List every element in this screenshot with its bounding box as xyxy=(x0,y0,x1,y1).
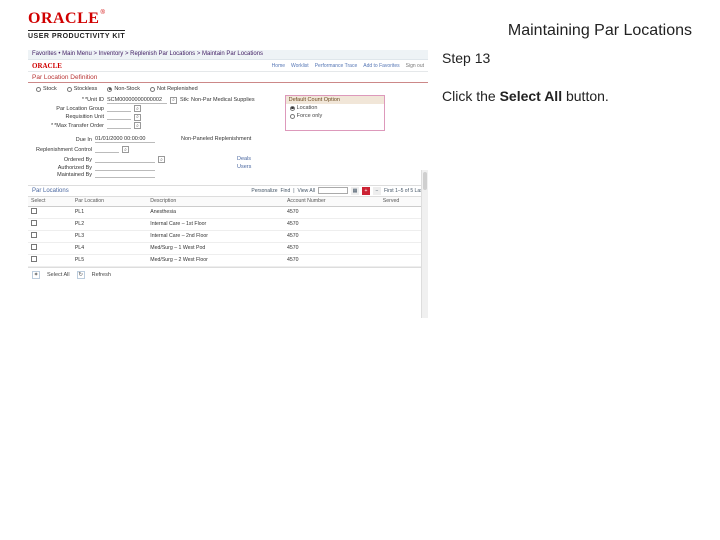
col-acct: Account Number xyxy=(284,197,380,207)
grid-search-input[interactable] xyxy=(318,187,348,194)
step-label: Step 13 xyxy=(442,50,692,66)
par-group-field[interactable] xyxy=(107,106,131,112)
row-checkbox[interactable] xyxy=(31,220,37,226)
refresh-icon[interactable]: ↻ xyxy=(77,271,85,279)
logo-trademark: ® xyxy=(100,10,104,16)
col-desc: Description xyxy=(147,197,284,207)
orderedby-label: Ordered By xyxy=(34,157,92,163)
logo-subtitle: USER PRODUCTIVITY KIT xyxy=(28,30,125,40)
orderedby-field[interactable] xyxy=(95,157,155,163)
link-favorites[interactable]: Add to Favorites xyxy=(363,63,399,69)
table-row[interactable]: PL5Med/Surg – 2 West Floor4570 xyxy=(28,254,428,266)
row-checkbox[interactable] xyxy=(31,244,37,250)
link-perf-trace[interactable]: Performance Trace xyxy=(315,63,358,69)
replctrl-field[interactable] xyxy=(95,147,119,153)
app-screenshot: Favorites • Main Menu > Inventory > Repl… xyxy=(28,50,428,370)
max-transfer-label: *Max Transfer Order xyxy=(46,123,104,129)
req-unit-field[interactable] xyxy=(107,114,131,120)
duein-label: Due In xyxy=(34,137,92,143)
unit-side-text: Stk: Non-Par Medical Supplies xyxy=(180,97,255,103)
grid-del-icon[interactable]: − xyxy=(373,187,381,195)
par-locations-title: Par Locations xyxy=(32,188,69,194)
replctrl-label: Replenishment Control xyxy=(34,147,92,153)
col-parloc: Par Location xyxy=(72,197,147,207)
step-description: Click the Select All button. xyxy=(442,88,692,104)
link-home[interactable]: Home xyxy=(272,63,285,69)
lookup-icon[interactable]: ⌕ xyxy=(170,97,177,104)
table-row[interactable]: PL4Med/Surg – 1 West Pod4570 xyxy=(28,242,428,254)
row-checkbox[interactable] xyxy=(31,208,37,214)
radio-nonstock[interactable]: Non-Stock xyxy=(107,86,140,92)
radio-force-only[interactable]: Force only xyxy=(286,112,384,120)
row-checkbox[interactable] xyxy=(31,256,37,262)
grid-tool-icon[interactable]: ▦ xyxy=(351,187,359,195)
brand-logo: ORACLE® USER PRODUCTIVITY KIT xyxy=(28,10,125,40)
row-checkbox[interactable] xyxy=(31,232,37,238)
group-title: Default Count Option xyxy=(286,96,384,104)
maintby-label: Maintained By xyxy=(34,172,92,178)
count-option-group: Default Count Option Location Force only xyxy=(285,95,385,131)
duein-field[interactable]: 01/01/2000 00:00:00 xyxy=(95,136,155,143)
table-row[interactable]: PL1Anesthesia4570 xyxy=(28,206,428,218)
grid-add-icon[interactable]: + xyxy=(362,187,370,195)
req-unit-label: Requisition Unit xyxy=(46,114,104,120)
users-link[interactable]: Users xyxy=(237,164,251,170)
lookup-icon[interactable]: ⌕ xyxy=(134,105,141,112)
deals-link[interactable]: Deals xyxy=(237,156,251,162)
lookup-icon[interactable]: ⌕ xyxy=(122,146,129,153)
table-row[interactable]: PL2Internal Care – 1st Floor4570 xyxy=(28,218,428,230)
maintby-field[interactable] xyxy=(95,172,155,178)
wizard-icon[interactable]: ✶ xyxy=(32,271,40,279)
radio-stockless[interactable]: Stockless xyxy=(67,86,98,92)
vertical-scrollbar[interactable] xyxy=(421,170,428,318)
radio-location[interactable]: Location xyxy=(286,104,384,112)
link-signout[interactable]: Sign out xyxy=(406,63,424,69)
nonpaneled-label: Non-Paneled Replenishment xyxy=(181,136,251,142)
authby-label: Authorized By xyxy=(34,165,92,171)
select-all-button[interactable]: Select All xyxy=(44,271,73,280)
page-title: Maintaining Par Locations xyxy=(508,22,692,40)
definition-radios: Stock Stockless Non-Stock Not Replenishe… xyxy=(28,83,428,94)
section-title: Par Location Definition xyxy=(28,72,428,83)
viewall-link[interactable]: View All xyxy=(298,188,315,194)
table-row[interactable]: PL3Internal Care – 2nd Floor4570 xyxy=(28,230,428,242)
unit-id-label: *Unit ID xyxy=(46,97,104,103)
col-select: Select xyxy=(28,197,72,207)
par-group-label: Par Location Group xyxy=(46,106,104,112)
instruction-panel: Step 13 Click the Select All button. xyxy=(442,50,692,370)
par-locations-table: Select Par Location Description Account … xyxy=(28,197,428,267)
app-logo: ORACLE xyxy=(32,62,62,70)
logo-oracle-text: ORACLE xyxy=(28,10,99,27)
authby-field[interactable] xyxy=(95,165,155,171)
link-worklist[interactable]: Worklist xyxy=(291,63,309,69)
grid-nav[interactable]: First 1–5 of 5 Last xyxy=(384,188,424,194)
unit-id-field[interactable]: SCM00000000000002 xyxy=(107,97,167,104)
max-transfer-field[interactable] xyxy=(107,123,131,129)
lookup-icon[interactable]: ⌕ xyxy=(158,156,165,163)
header-links: Home Worklist Performance Trace Add to F… xyxy=(272,63,424,69)
find-link[interactable]: Find xyxy=(281,188,291,194)
refresh-button[interactable]: Refresh xyxy=(89,271,114,280)
personalize-link[interactable]: Personalize xyxy=(251,188,277,194)
lookup-icon[interactable]: ⌕ xyxy=(134,114,141,121)
radio-notreplenished[interactable]: Not Replenished xyxy=(150,86,198,92)
radio-stock[interactable]: Stock xyxy=(36,86,57,92)
breadcrumb: Favorites • Main Menu > Inventory > Repl… xyxy=(28,50,428,60)
lookup-icon[interactable]: ⌕ xyxy=(134,122,141,129)
